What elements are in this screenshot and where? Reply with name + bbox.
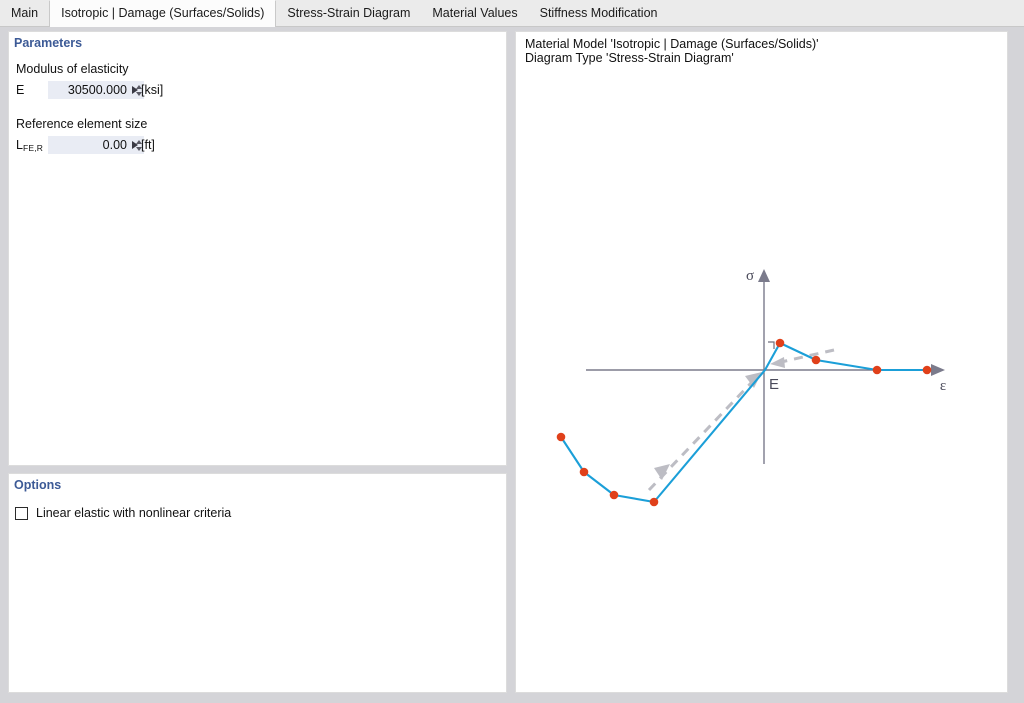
triangle-right-icon (131, 86, 138, 94)
modulus-of-elasticity-label: Modulus of elasticity (16, 62, 129, 76)
tab-stress-strain-diagram[interactable]: Stress-Strain Diagram (276, 0, 421, 26)
y-axis-label: σ (746, 268, 754, 284)
diagram-panel: Material Model 'Isotropic | Damage (Surf… (515, 31, 1008, 693)
linear-elastic-checkbox[interactable] (15, 506, 28, 520)
data-point (556, 432, 566, 442)
reference-element-size-more-button[interactable] (128, 136, 141, 154)
stress-strain-diagram-svg: σ ε E (556, 268, 946, 507)
data-point (649, 497, 659, 507)
diagram-axes (586, 269, 945, 464)
x-axis-arrowhead (931, 364, 945, 376)
data-point (775, 338, 785, 348)
stress-strain-data-points (556, 338, 932, 507)
right-angle-marker-icon (768, 341, 775, 349)
reference-element-size-symbol-label: LFE,R (16, 138, 44, 153)
options-panel: Options Linear elastic with nonlinear cr… (8, 473, 507, 693)
x-axis-label: ε (940, 378, 946, 394)
tab-isotropic-damage[interactable]: Isotropic | Damage (Surfaces/Solids) (49, 0, 277, 27)
dashed-unloading-guides (647, 348, 835, 492)
modulus-value[interactable]: 30500.000 (48, 83, 133, 97)
tab-main[interactable]: Main (0, 0, 49, 26)
data-point (922, 365, 932, 375)
parameters-group-title: Parameters (14, 36, 83, 50)
options-group-title: Options (14, 478, 62, 492)
data-point (609, 490, 619, 500)
dashed-guide-compression-mid-arrowhead (654, 464, 670, 480)
tab-strip: Main Isotropic | Damage (Surfaces/Solids… (0, 0, 1024, 27)
symbol-base: L (16, 138, 23, 152)
tab-stiffness-modification[interactable]: Stiffness Modification (529, 0, 669, 26)
dashed-guide-compression-arrowhead (745, 372, 762, 388)
parameters-panel: Parameters Modulus of elasticity E 30500… (8, 31, 507, 466)
stress-strain-curve (559, 341, 929, 504)
data-point (811, 355, 821, 365)
modulus-symbol-label: E (16, 83, 25, 97)
symbol-subscript: FE,R (22, 143, 44, 153)
modulus-unit: [ksi] (141, 83, 164, 97)
reference-element-size-label: Reference element size (16, 117, 148, 131)
slope-label-E: E (769, 376, 779, 393)
modulus-more-button[interactable] (128, 81, 141, 99)
linear-elastic-label: Linear elastic with nonlinear criteria (36, 506, 232, 520)
reference-element-size-unit: [ft] (141, 138, 155, 152)
data-point (579, 467, 589, 477)
triangle-right-icon (131, 141, 138, 149)
linear-elastic-checkbox-row[interactable]: Linear elastic with nonlinear criteria (15, 506, 231, 520)
data-point (872, 365, 882, 375)
reference-element-size-value[interactable]: 0.00 (48, 138, 133, 152)
tab-material-values[interactable]: Material Values (421, 0, 528, 26)
y-axis-arrowhead (758, 269, 770, 282)
